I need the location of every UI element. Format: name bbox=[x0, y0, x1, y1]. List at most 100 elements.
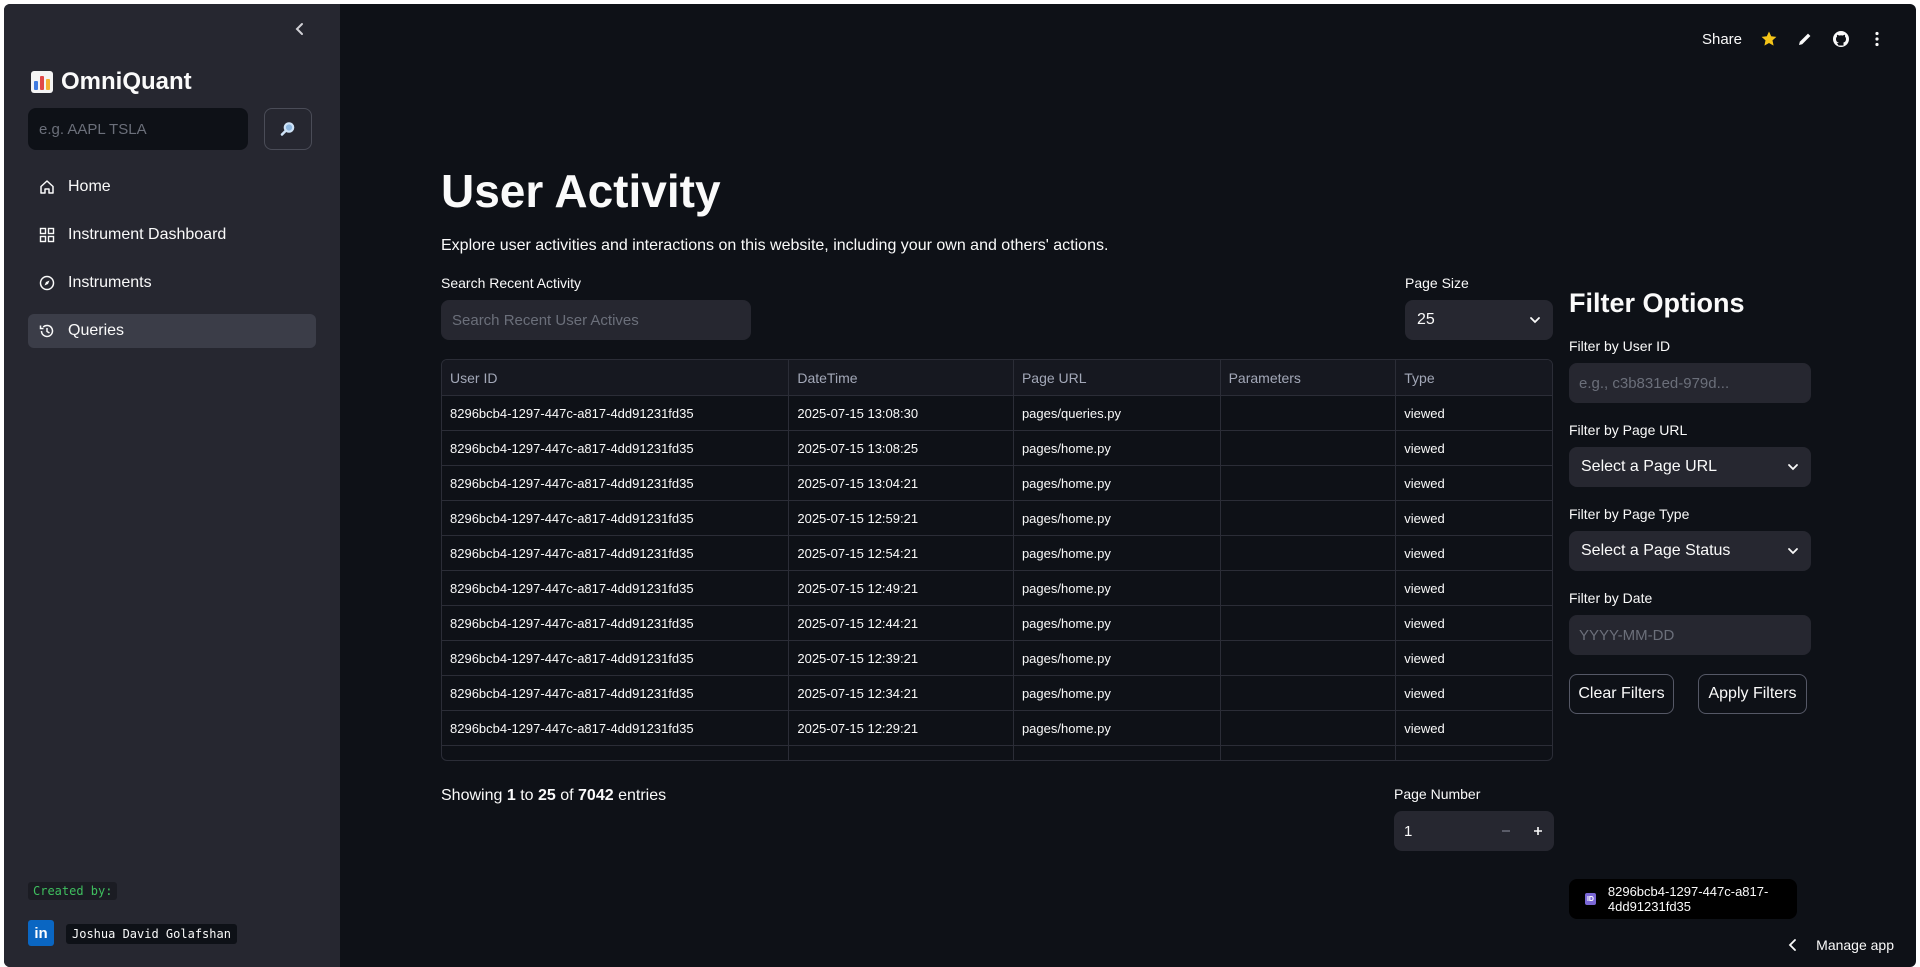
cell-datetime: 2025-07-15 12:29:21 bbox=[789, 711, 1014, 745]
cell-parameters bbox=[1221, 606, 1397, 640]
magnifier-icon bbox=[280, 122, 295, 136]
increment-button[interactable] bbox=[1522, 811, 1554, 851]
ticker-search-input[interactable] bbox=[28, 108, 248, 150]
search-activity-input[interactable] bbox=[441, 300, 751, 340]
page-number-label: Page Number bbox=[1394, 786, 1481, 802]
showing-suffix: entries bbox=[618, 787, 667, 804]
clear-filters-button[interactable]: Clear Filters bbox=[1569, 674, 1674, 714]
showing-to: 25 bbox=[537, 787, 556, 804]
cell-user-id: 8296bcb4-1297-447c-a817-4dd91231fd35 bbox=[442, 711, 790, 745]
table-row[interactable]: 8296bcb4-1297-447c-a817-4dd91231fd35 202… bbox=[442, 571, 1552, 606]
compass-icon bbox=[38, 274, 56, 292]
filter-user-id-label: Filter by User ID bbox=[1569, 338, 1671, 354]
page-number-stepper[interactable]: 1 bbox=[1394, 811, 1554, 851]
cell-user-id: 8296bcb4-1297-447c-a817-4dd91231fd35 bbox=[442, 676, 790, 710]
showing-from: 1 bbox=[506, 787, 516, 804]
chevron-down-icon bbox=[1788, 464, 1798, 471]
table-row[interactable]: 8296bcb4-1297-447c-a817-4dd91231fd35 202… bbox=[442, 431, 1552, 466]
cell-user-id: 8296bcb4-1297-447c-a817-4dd91231fd35 bbox=[442, 571, 790, 605]
table-row[interactable]: 8296bcb4-1297-447c-a817-4dd91231fd35 202… bbox=[442, 711, 1552, 746]
cell-page-url: pages/home.py bbox=[1014, 676, 1221, 710]
sidebar-item-instruments[interactable]: Instruments bbox=[28, 266, 316, 300]
edit-pencil-icon[interactable] bbox=[1796, 30, 1814, 48]
cell-type: viewed bbox=[1404, 580, 1445, 596]
author-name: Joshua David Golafshan bbox=[66, 924, 237, 944]
table-header-row: User ID DateTime Page URL Parameters Typ… bbox=[442, 360, 1552, 396]
page-number-value[interactable]: 1 bbox=[1394, 823, 1490, 840]
chevron-left-icon bbox=[295, 23, 303, 35]
github-icon[interactable] bbox=[1832, 30, 1850, 48]
session-user-id-chip: ID 8296bcb4-1297-447c-a817-4dd91231fd35 bbox=[1569, 879, 1797, 919]
cell-datetime: 2025-07-15 12:54:21 bbox=[789, 536, 1014, 570]
cell-page-url: pages/home.py bbox=[1014, 571, 1221, 605]
entries-summary: Showing 1 to 25 of 7042 entries bbox=[441, 787, 666, 805]
cell-parameters bbox=[1221, 746, 1397, 760]
cell-user-id: 8296bcb4-1297-447c-a817-4dd91231fd35 bbox=[442, 606, 790, 640]
filter-date-input[interactable] bbox=[1569, 615, 1811, 655]
cell-page-url: pages/home.py bbox=[1014, 536, 1221, 570]
cell-type: viewed bbox=[1404, 650, 1445, 666]
decrement-button[interactable] bbox=[1490, 811, 1522, 851]
header-toolbar: Share bbox=[1702, 30, 1886, 48]
page-subtitle: Explore user activities and interactions… bbox=[441, 237, 1109, 254]
cell-datetime: 2025-07-15 12:39:21 bbox=[789, 641, 1014, 675]
share-button[interactable]: Share bbox=[1702, 31, 1742, 48]
filter-user-id-input[interactable] bbox=[1569, 363, 1811, 403]
ticker-search-button[interactable] bbox=[264, 108, 312, 150]
home-icon bbox=[38, 178, 56, 196]
filter-date-label: Filter by Date bbox=[1569, 590, 1653, 606]
sidebar-item-queries[interactable]: Queries bbox=[28, 314, 316, 348]
manage-app-button[interactable]: Manage app bbox=[1788, 937, 1894, 953]
filter-page-url-select[interactable]: Select a Page URL bbox=[1569, 447, 1811, 487]
cell-type: viewed bbox=[1404, 720, 1445, 736]
cell-type: viewed bbox=[1404, 685, 1445, 701]
more-vertical-icon[interactable] bbox=[1868, 30, 1886, 48]
chevron-left-icon bbox=[1788, 939, 1797, 951]
table-row-partial[interactable] bbox=[442, 746, 1552, 760]
sidebar-item-label: Instruments bbox=[68, 274, 152, 291]
cell-type: viewed bbox=[1404, 405, 1445, 421]
cell-parameters bbox=[1221, 676, 1397, 710]
filter-page-type-label: Filter by Page Type bbox=[1569, 506, 1690, 522]
table-row[interactable]: 8296bcb4-1297-447c-a817-4dd91231fd35 202… bbox=[442, 501, 1552, 536]
collapse-sidebar-button[interactable] bbox=[288, 18, 312, 42]
page-title: User Activity bbox=[441, 165, 721, 217]
table-row[interactable]: 8296bcb4-1297-447c-a817-4dd91231fd35 202… bbox=[442, 641, 1552, 676]
sidebar-nav: Home Instrument Dashboard Instruments Qu… bbox=[28, 170, 316, 362]
table-row[interactable]: 8296bcb4-1297-447c-a817-4dd91231fd35 202… bbox=[442, 606, 1552, 641]
cell-datetime: 2025-07-15 13:08:30 bbox=[789, 396, 1014, 430]
cell-user-id: 8296bcb4-1297-447c-a817-4dd91231fd35 bbox=[442, 536, 790, 570]
cell-type: viewed bbox=[1404, 475, 1445, 491]
column-header-page-url[interactable]: Page URL bbox=[1014, 360, 1221, 395]
column-header-datetime[interactable]: DateTime bbox=[789, 360, 1014, 395]
table-row[interactable]: 8296bcb4-1297-447c-a817-4dd91231fd35 202… bbox=[442, 466, 1552, 501]
cell-page-url: pages/home.py bbox=[1014, 711, 1221, 745]
column-header-type[interactable]: Type bbox=[1396, 360, 1552, 395]
sidebar-item-home[interactable]: Home bbox=[28, 170, 316, 204]
cell-parameters bbox=[1221, 711, 1397, 745]
apply-filters-button[interactable]: Apply Filters bbox=[1698, 674, 1807, 714]
table-row[interactable]: 8296bcb4-1297-447c-a817-4dd91231fd35 202… bbox=[442, 676, 1552, 711]
page-type-select-value: Select a Page Status bbox=[1581, 542, 1731, 559]
table-row[interactable]: 8296bcb4-1297-447c-a817-4dd91231fd35 202… bbox=[442, 396, 1552, 431]
filter-page-type-select[interactable]: Select a Page Status bbox=[1569, 531, 1811, 571]
showing-total: 7042 bbox=[578, 787, 614, 804]
column-header-parameters[interactable]: Parameters bbox=[1221, 360, 1397, 395]
page-size-select[interactable]: 25 bbox=[1405, 300, 1553, 340]
linkedin-icon[interactable]: in bbox=[28, 920, 54, 946]
cell-parameters bbox=[1221, 641, 1397, 675]
plus-icon bbox=[1534, 827, 1542, 835]
showing-prefix: Showing bbox=[441, 787, 503, 804]
cell-page-url: pages/home.py bbox=[1014, 431, 1221, 465]
page-size-label: Page Size bbox=[1405, 275, 1469, 291]
star-icon[interactable] bbox=[1760, 30, 1778, 48]
cell-parameters bbox=[1221, 431, 1397, 465]
cell-user-id: 8296bcb4-1297-447c-a817-4dd91231fd35 bbox=[442, 396, 790, 430]
table-row[interactable]: 8296bcb4-1297-447c-a817-4dd91231fd35 202… bbox=[442, 536, 1552, 571]
column-header-user-id[interactable]: User ID bbox=[442, 360, 790, 395]
cell-page-url: pages/home.py bbox=[1014, 466, 1221, 500]
sidebar-item-instrument-dashboard[interactable]: Instrument Dashboard bbox=[28, 218, 316, 252]
cell-parameters bbox=[1221, 501, 1397, 535]
cell-page-url bbox=[1014, 746, 1221, 760]
cell-datetime bbox=[789, 746, 1014, 760]
